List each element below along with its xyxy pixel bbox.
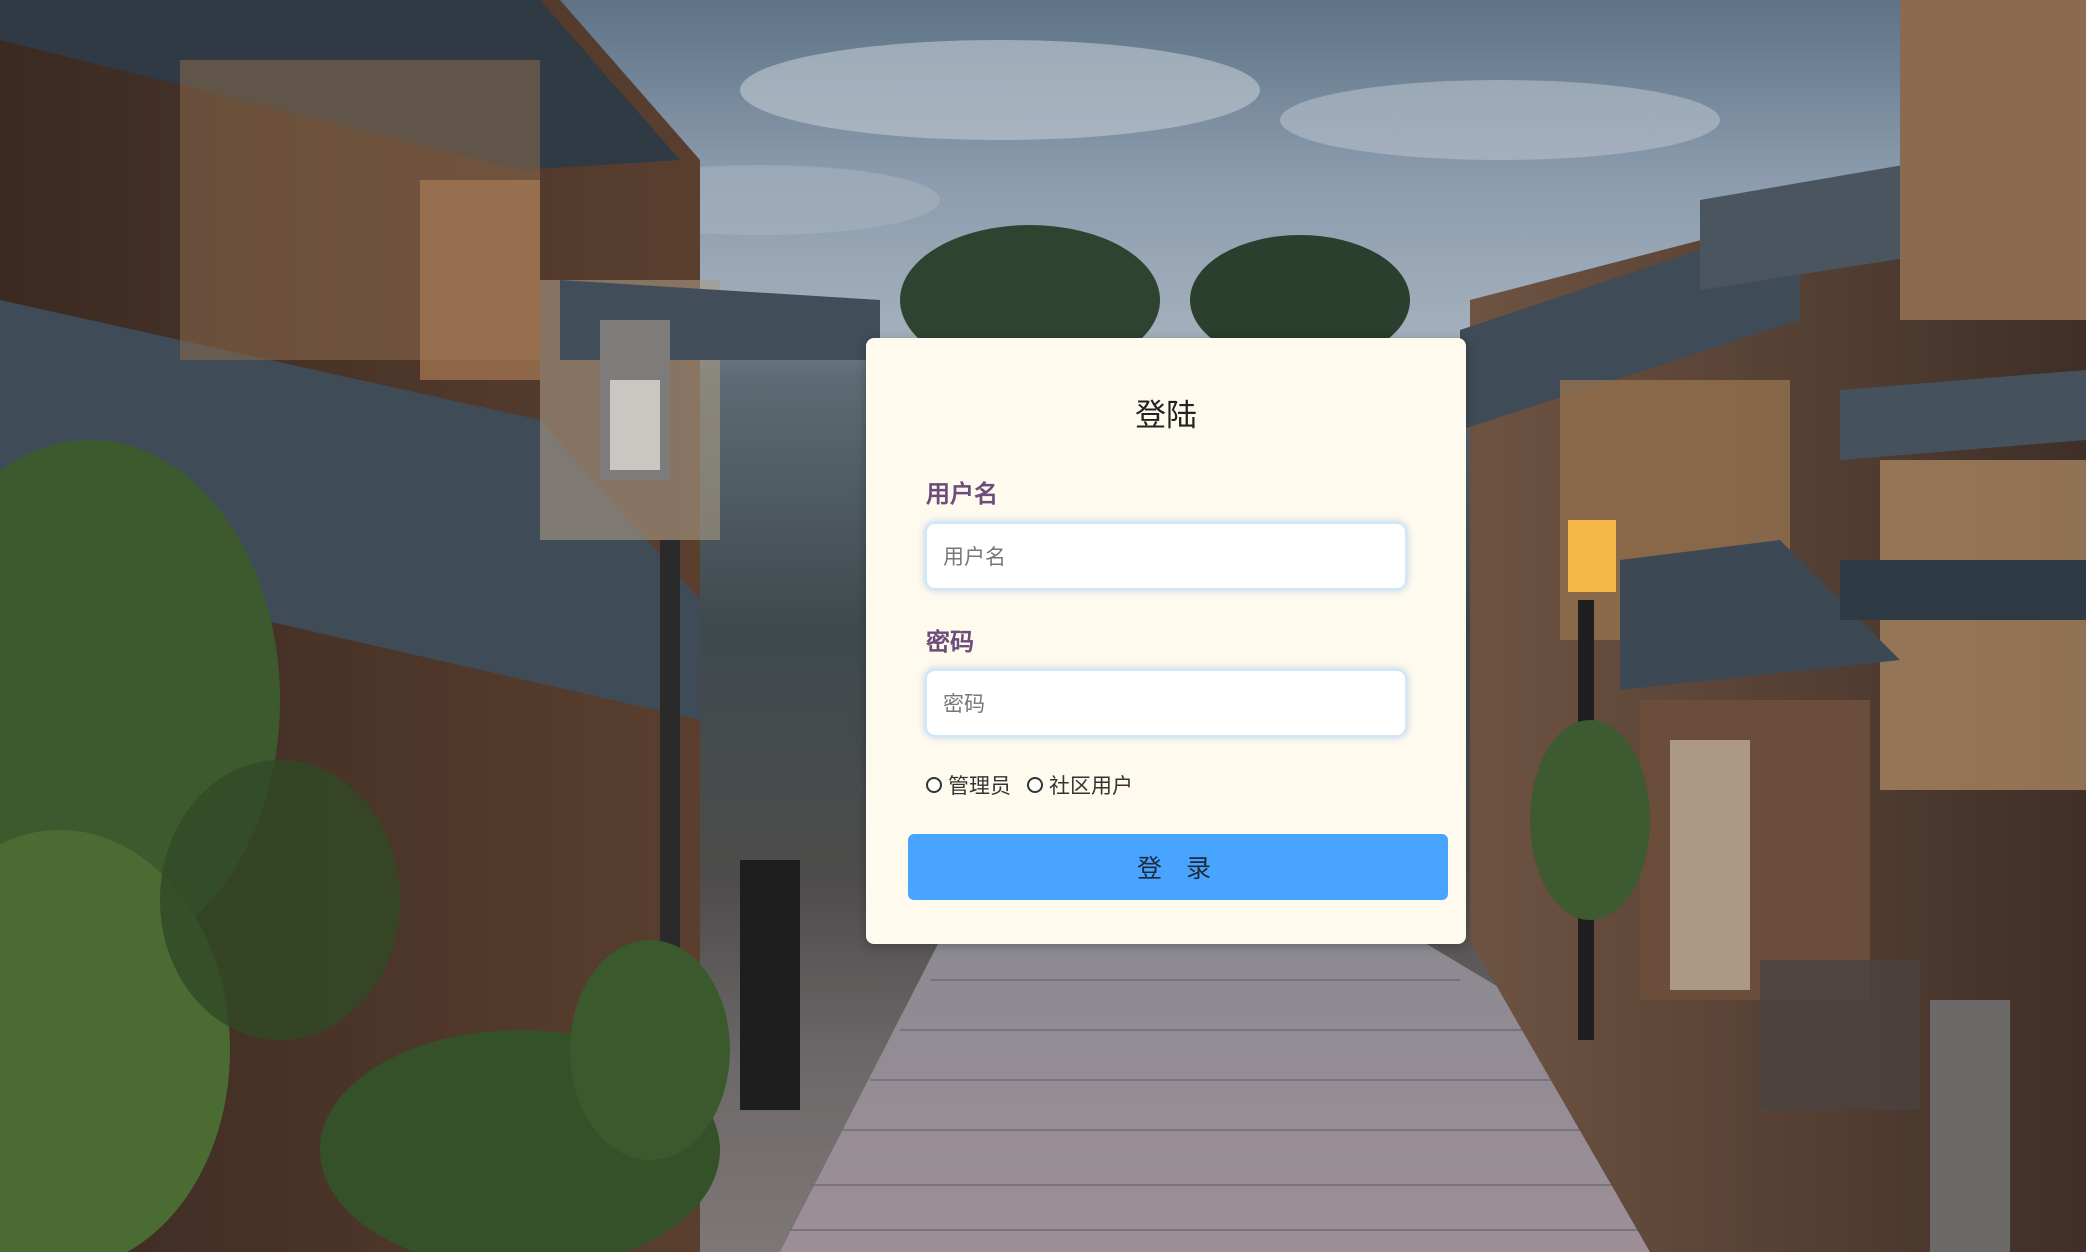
username-label: 用户名	[926, 480, 998, 508]
role-radio-community-user[interactable]: 社区用户	[1027, 770, 1133, 800]
password-label: 密码	[926, 628, 974, 656]
role-radio-admin[interactable]: 管理员	[926, 770, 1011, 800]
username-input-wrapper	[925, 522, 1407, 590]
radio-circle-icon[interactable]	[926, 777, 942, 793]
radio-circle-icon[interactable]	[1027, 777, 1043, 793]
login-page: 登陆 用户名 密码 管理员 社区用户 登 录	[0, 0, 2086, 1252]
role-label-admin: 管理员	[948, 774, 1011, 798]
password-input-wrapper	[925, 669, 1407, 737]
password-input[interactable]	[941, 671, 1395, 737]
username-input[interactable]	[941, 524, 1395, 590]
login-title: 登陆	[1135, 398, 1197, 434]
role-label-community-user: 社区用户	[1049, 774, 1133, 798]
role-radio-group: 管理员 社区用户	[926, 770, 1149, 800]
login-button[interactable]: 登 录	[908, 834, 1448, 900]
login-card: 登陆 用户名 密码 管理员 社区用户 登 录	[866, 338, 1466, 944]
